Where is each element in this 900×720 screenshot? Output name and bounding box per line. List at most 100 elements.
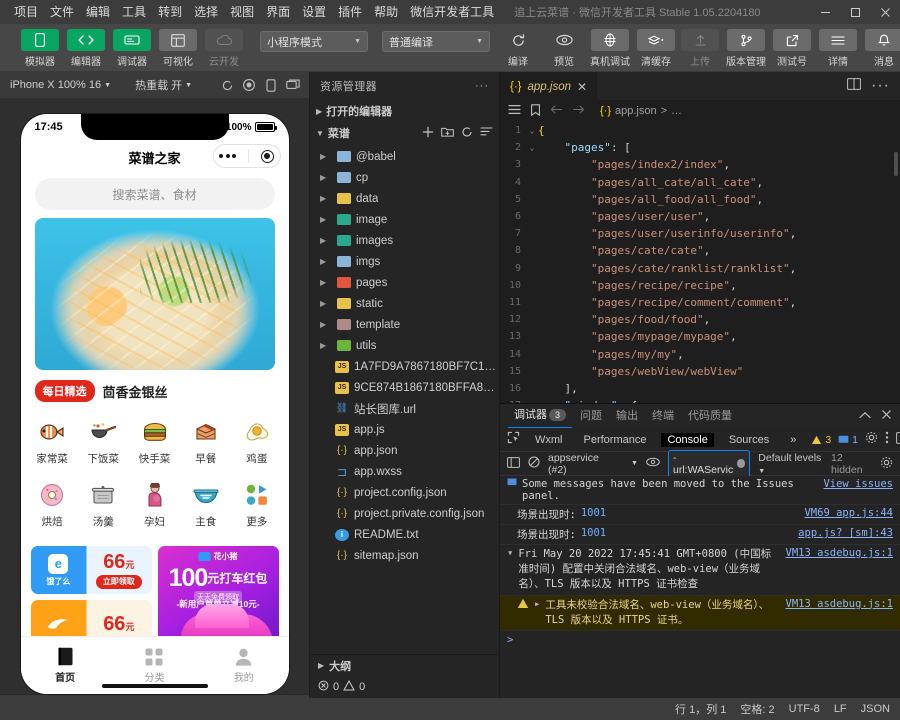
tree-folder[interactable]: ▶template [310, 314, 499, 335]
code-line[interactable]: 1⌄{ [500, 122, 900, 139]
console-scene-source-1[interactable]: VM69 app.js:44 [796, 507, 893, 519]
chevron-right-icon[interactable]: ▶ [320, 236, 330, 245]
code-line[interactable]: 15 "pages/webView/webView" [500, 363, 900, 380]
console-message-scene-2[interactable]: 场景出现时: 1001 app.js? [sm]:43 [500, 525, 900, 545]
clear-console-icon[interactable] [528, 456, 540, 471]
record-icon[interactable] [239, 75, 259, 95]
status-spaces[interactable]: 空格: 2 [740, 701, 774, 717]
group-arrow-icon[interactable]: ▾ [507, 547, 513, 559]
tree-file[interactable]: JSapp.js [310, 419, 499, 440]
forward-icon[interactable] [572, 104, 585, 118]
compile-type-select[interactable]: 普通编译 ▼ [382, 31, 490, 52]
maximize-button[interactable] [840, 0, 870, 24]
toolbar-clearcache-button[interactable]: 清缓存 [634, 26, 678, 68]
close-icon[interactable]: ✕ [577, 80, 587, 94]
menu-item-goto[interactable]: 转到 [152, 0, 188, 24]
console-settings-icon[interactable] [880, 456, 893, 472]
tree-file[interactable]: {·}app.json [310, 440, 499, 461]
more-dots-icon[interactable] [219, 154, 236, 158]
tree-file[interactable]: {·}project.config.json [310, 482, 499, 503]
tree-folder[interactable]: ▶pages [310, 272, 499, 293]
console-warning-source[interactable]: VM13 asdebug.js:1 [778, 598, 893, 610]
category-item-homecooking[interactable]: 家常菜 [27, 410, 78, 473]
category-item-soup[interactable]: 汤羹 [78, 473, 129, 536]
code-line[interactable]: 11 "pages/recipe/comment/comment", [500, 294, 900, 311]
info-count-chip[interactable]: 1 [838, 434, 858, 446]
tree-file[interactable]: {·}project.private.config.json [310, 503, 499, 524]
console-message-group[interactable]: ▾ Fri May 20 2022 17:45:41 GMT+0800 (中国标… [500, 545, 900, 596]
daily-feature[interactable]: 每日精选 茴香金银丝 [21, 370, 289, 408]
category-item-staple[interactable]: 主食 [180, 473, 231, 536]
toolbar-editor-button[interactable]: 编辑器 [64, 26, 108, 68]
chevron-right-icon[interactable]: ▶ [320, 320, 330, 329]
warning-count-chip[interactable]: 3 [811, 434, 831, 446]
device-select[interactable]: iPhone X 100% 16 ▼ [6, 77, 115, 93]
code-line[interactable]: 16 ], [500, 380, 900, 397]
status-encoding[interactable]: UTF-8 [789, 703, 820, 715]
outline-icon[interactable] [508, 104, 521, 118]
code-line[interactable]: 7 "pages/user/userinfo/userinfo", [500, 225, 900, 242]
tree-folder[interactable]: ▶utils [310, 335, 499, 356]
console-message-scene-1[interactable]: 场景出现时: 1001 VM69 app.js:44 [500, 505, 900, 525]
menu-item-ui[interactable]: 界面 [260, 0, 296, 24]
chevron-right-icon[interactable]: ▶ [320, 341, 330, 350]
chevron-right-icon[interactable]: ▶ [320, 299, 330, 308]
code-line[interactable]: 2⌄ "pages": [ [500, 139, 900, 156]
toolbar-compile-button[interactable]: 编译 [496, 26, 540, 68]
menu-item-plugins[interactable]: 插件 [332, 0, 368, 24]
inspect-icon[interactable] [507, 431, 520, 449]
menu-item-devtools[interactable]: 微信开发者工具 [404, 0, 500, 24]
console-log[interactable]: Some messages have been moved to the Iss… [500, 476, 900, 698]
code-line[interactable]: 8 "pages/cate/cate", [500, 242, 900, 259]
status-eol[interactable]: LF [834, 703, 847, 715]
console-eye-icon[interactable] [646, 457, 660, 470]
hotreload-select[interactable]: 热重载 开 ▼ [131, 75, 196, 95]
category-item-ricedish[interactable]: 下饭菜 [78, 410, 129, 473]
explorer-more-icon[interactable]: ··· [475, 80, 489, 92]
new-folder-icon[interactable] [441, 126, 454, 140]
toolbar-debugger-button[interactable]: 调试器 [110, 26, 154, 68]
close-panel-icon[interactable] [881, 407, 892, 425]
console-group-source[interactable]: VM13 asdebug.js:1 [778, 547, 893, 559]
chevron-right-icon[interactable]: ▶ [320, 152, 330, 161]
minimize-button[interactable] [810, 0, 840, 24]
compile-mode-select[interactable]: 小程序模式 ▼ [260, 31, 368, 52]
tree-folder[interactable]: ▶cp [310, 167, 499, 188]
category-item-pregnant[interactable]: 孕妇 [129, 473, 180, 536]
menu-item-view[interactable]: 视图 [224, 0, 260, 24]
wechat-capsule[interactable] [213, 144, 281, 168]
sidebar-toggle-icon[interactable] [507, 457, 520, 471]
toolbar-cloud-button[interactable]: 云开发 [202, 26, 246, 68]
category-item-egg[interactable]: 鸡蛋 [231, 410, 282, 473]
hero-banner[interactable] [35, 218, 275, 370]
tree-file[interactable]: JS1A7FD9A7867180BF7C19B1A0A9E... [310, 356, 499, 377]
file-tree[interactable]: ▶@babel▶cp▶data▶image▶images▶imgs▶pages▶… [310, 144, 499, 654]
ad-card-taxi[interactable]: 花小猪 100元打车红包 天天免费领取 -新用户首单立减10元- [158, 546, 279, 648]
chevron-right-icon[interactable]: ▶ [320, 257, 330, 266]
code-line[interactable]: 14 "pages/my/my", [500, 345, 900, 362]
devtools-tab-codequality[interactable]: 代码质量 [682, 405, 738, 428]
back-icon[interactable] [550, 104, 563, 118]
toolbar-testaccount-button[interactable]: 测试号 [770, 26, 814, 68]
phone-preview-icon[interactable] [261, 75, 281, 95]
toolbar-simulator-button[interactable]: 模拟器 [18, 26, 62, 68]
code-line[interactable]: 10 "pages/recipe/recipe", [500, 277, 900, 294]
category-item-quickdish[interactable]: 快手菜 [129, 410, 180, 473]
menu-item-select[interactable]: 选择 [188, 0, 224, 24]
warning-arrow-icon[interactable]: ▸ [534, 598, 540, 610]
code-line[interactable]: 17⌄ "window": { [500, 397, 900, 403]
tree-folder[interactable]: ▶static [310, 293, 499, 314]
menu-item-settings[interactable]: 设置 [296, 0, 332, 24]
tree-file[interactable]: {·}sitemap.json [310, 545, 499, 566]
tree-file[interactable]: iREADME.txt [310, 524, 499, 545]
toolbar-details-button[interactable]: 详情 [816, 26, 860, 68]
open-editors-section[interactable]: ▶ 打开的编辑器 [310, 100, 499, 122]
devtools-subtab-console[interactable]: Console [661, 433, 713, 447]
menu-item-file[interactable]: 文件 [44, 0, 80, 24]
console-message-warning[interactable]: ▸ 工具未校验合法域名、web-view（业务域名）、TLS 版本以及 HTTP… [500, 596, 900, 631]
code-line[interactable]: 5 "pages/all_food/all_food", [500, 191, 900, 208]
tree-folder[interactable]: ▶images [310, 230, 499, 251]
tree-folder[interactable]: ▶data [310, 188, 499, 209]
tree-folder[interactable]: ▶@babel [310, 146, 499, 167]
toolbar-preview-button[interactable]: 预览 [542, 26, 586, 68]
